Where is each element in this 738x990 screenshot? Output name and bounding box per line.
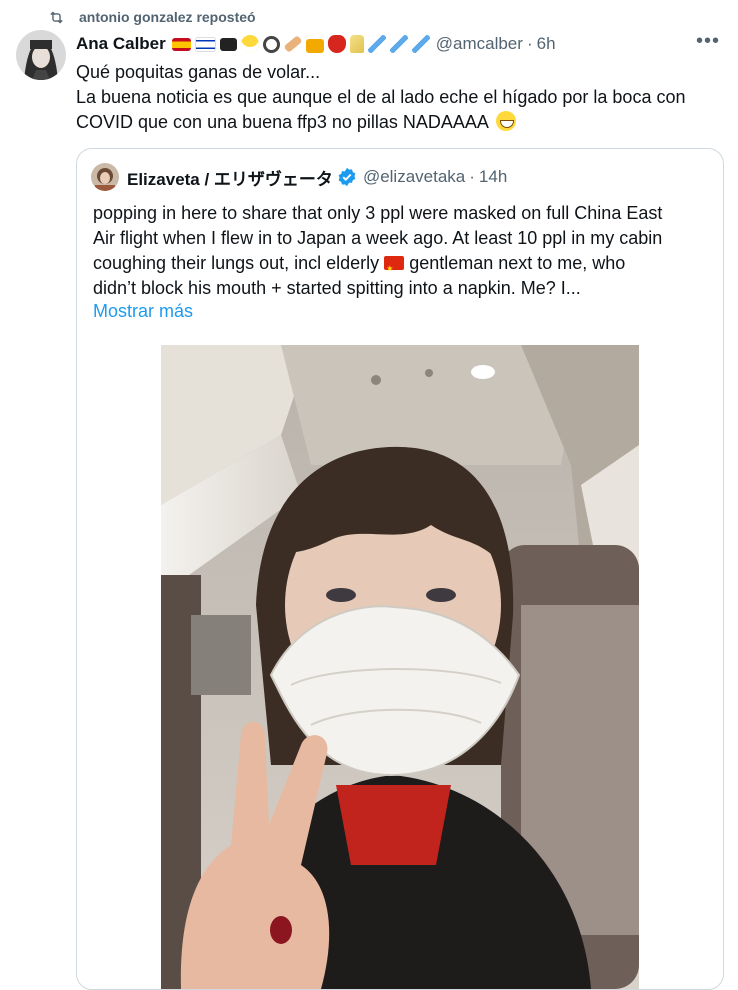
- quoted-line-part: gentleman next to me, who: [404, 253, 626, 273]
- attached-photo[interactable]: [161, 345, 639, 989]
- tweet-header: Ana Calber @amcalber · 6h: [76, 32, 722, 56]
- israel-flag-icon: [194, 36, 216, 52]
- pirate-flag-icon: [219, 37, 237, 51]
- mask-face-icon: [240, 35, 259, 53]
- spain-flag-icon: [171, 37, 191, 51]
- champagne-icon: [349, 35, 364, 53]
- beer-mugs-icon: [305, 35, 324, 53]
- tweet-line: COVID que con una buena ffp3 no pillas N…: [76, 110, 726, 135]
- quoted-tweet-card[interactable]: Elizaveta / エリザヴェータ @elizavetaka · 14h p…: [76, 148, 724, 990]
- verified-badge-icon: [338, 167, 356, 187]
- tweet-line: La buena noticia es que aunque el de al …: [76, 87, 686, 107]
- syringe-icon: [411, 35, 430, 53]
- show-more-link[interactable]: Mostrar más: [93, 301, 193, 322]
- repost-text: antonio gonzalez reposteó: [79, 9, 256, 25]
- tweet-text: Qué poquitas ganas de volar... La buena …: [76, 60, 726, 135]
- quoted-tweet-header: Elizaveta / エリザヴェータ @elizavetaka · 14h: [91, 163, 709, 191]
- tweet-line-text: COVID que con una buena ffp3 no pillas N…: [76, 112, 488, 132]
- syringe-icon: [367, 35, 386, 53]
- quoted-timestamp[interactable]: 14h: [479, 167, 507, 187]
- separator: ·: [469, 167, 475, 186]
- lobster-icon: [327, 35, 346, 53]
- author-name[interactable]: Ana Calber: [76, 34, 166, 54]
- repost-icon: [50, 11, 63, 23]
- repost-header[interactable]: antonio gonzalez reposteó: [48, 6, 256, 28]
- author-avatar[interactable]: [16, 30, 66, 80]
- quoted-author-avatar[interactable]: [91, 163, 119, 191]
- grinning-face-icon: [495, 111, 516, 131]
- quoted-line: didn’t block his mouth + started spittin…: [93, 278, 581, 298]
- syringe-icon: [389, 35, 408, 53]
- magnifier-icon: [262, 35, 280, 53]
- quoted-author-handle[interactable]: @elizavetaka: [363, 167, 465, 187]
- quoted-line: popping in here to share that only 3 ppl…: [93, 203, 663, 223]
- quoted-line: Air flight when I flew in to Japan a wee…: [93, 228, 663, 248]
- quoted-line: coughing their lungs out, incl elderly g…: [93, 251, 705, 281]
- timestamp[interactable]: 6h: [537, 34, 556, 54]
- name-emojis: [171, 35, 430, 53]
- china-flag-icon: [384, 256, 405, 281]
- quoted-line-part: coughing their lungs out, incl elderly: [93, 253, 380, 273]
- author-handle[interactable]: @amcalber: [436, 34, 523, 54]
- quoted-tweet-text: popping in here to share that only 3 ppl…: [93, 201, 705, 301]
- tweet-line: Qué poquitas ganas de volar...: [76, 62, 321, 82]
- quoted-author-name[interactable]: Elizaveta / エリザヴェータ: [127, 165, 333, 190]
- bandage-icon: [283, 35, 303, 53]
- more-horizontal-icon[interactable]: •••: [696, 31, 720, 51]
- separator: ·: [526, 34, 533, 53]
